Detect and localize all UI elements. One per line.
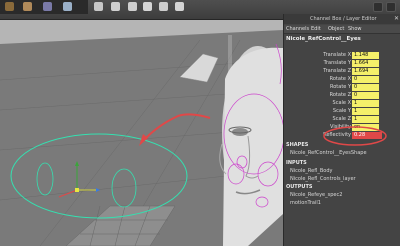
input-node[interactable]: Nicole_Refl_Controls_layer (290, 176, 356, 182)
attr-row-scale-x[interactable]: Scale X 1 (284, 100, 400, 107)
attr-row-rotate-z[interactable]: Rotate Z 0 (284, 92, 400, 99)
input-node[interactable]: Nicole_Refl_Body (290, 168, 333, 174)
menu-edit[interactable]: Edit (311, 26, 321, 32)
attr-label: Rotate Y (329, 84, 351, 90)
shelf-tool-icon[interactable] (174, 1, 185, 12)
shape-node[interactable]: Nicole_RefControl__EyesShape (290, 150, 367, 156)
attr-value-field[interactable]: 1.694 (352, 68, 379, 75)
attr-row-scale-y[interactable]: Scale Y 1 (284, 108, 400, 115)
attr-label: Translate Z (323, 68, 351, 74)
selected-object-name[interactable]: Nicole_RefControl__Eyes (286, 36, 361, 42)
menu-channels[interactable]: Channels (286, 26, 309, 32)
shelf-tool-icon[interactable] (158, 1, 169, 12)
channel-box-titlebar: Channel Box / Layer Editor ✕ (284, 14, 400, 24)
shelf-tool-icon[interactable] (110, 1, 121, 12)
output-node[interactable]: Nicole_Refeye_spec2 (290, 192, 342, 198)
shelf-tool-icon[interactable] (62, 1, 73, 12)
attr-value-field[interactable]: 1 (352, 100, 379, 107)
shelf-tool-icon[interactable] (42, 1, 53, 12)
shelf-tool-icon[interactable] (22, 1, 33, 12)
menu-object[interactable]: Object (328, 26, 344, 32)
attr-label: Scale Y (332, 108, 351, 114)
attr-label: Scale Z (332, 116, 351, 122)
attr-label: Translate X (323, 52, 351, 58)
annotation-circle (323, 126, 387, 146)
output-node[interactable]: motionTrail1 (290, 200, 321, 206)
close-icon[interactable]: ✕ (394, 15, 399, 22)
attr-value-field[interactable]: 1 (352, 108, 379, 115)
channel-box: Channel Box / Layer Editor ✕ Channels Ed… (283, 14, 400, 246)
attr-row-translate-y[interactable]: Translate Y 1.664 (284, 60, 400, 67)
outputs-header: OUTPUTS (286, 184, 313, 190)
shelf-tool-icon[interactable] (4, 1, 15, 12)
attr-value-field[interactable]: 0 (352, 84, 379, 91)
attr-row-translate-z[interactable]: Translate Z 1.694 (284, 68, 400, 75)
character-head (219, 43, 283, 246)
inputs-header: INPUTS (286, 160, 307, 166)
attr-value-field[interactable]: 1.664 (352, 60, 379, 67)
shelf-tool-icon[interactable] (127, 1, 138, 12)
attr-value-field[interactable]: 1.148 (352, 52, 379, 59)
attr-value-field[interactable]: 0 (352, 92, 379, 99)
channel-box-menubar: Channels Edit Object Show (284, 25, 400, 34)
attr-label: Rotate Z (329, 92, 351, 98)
attr-label: Rotate X (329, 76, 351, 82)
attr-label: Scale X (332, 100, 351, 106)
layout-icon[interactable] (386, 2, 396, 12)
attr-row-rotate-y[interactable]: Rotate Y 0 (284, 84, 400, 91)
shelf-tool-icon[interactable] (142, 1, 153, 12)
channel-box-title: Channel Box / Layer Editor (310, 16, 377, 22)
attr-label: Translate Y (323, 60, 351, 66)
attr-row-translate-x[interactable]: Translate X 1.148 (284, 52, 400, 59)
layout-icon[interactable] (373, 2, 383, 12)
shapes-header: SHAPES (286, 142, 309, 148)
attr-row-rotate-x[interactable]: Rotate X 0 (284, 76, 400, 83)
attr-value-field[interactable]: 0 (352, 76, 379, 83)
attr-value-field[interactable]: 1 (352, 116, 379, 123)
attr-row-scale-z[interactable]: Scale Z 1 (284, 116, 400, 123)
shelf-tool-icon[interactable] (93, 1, 104, 12)
menu-show[interactable]: Show (348, 26, 362, 32)
